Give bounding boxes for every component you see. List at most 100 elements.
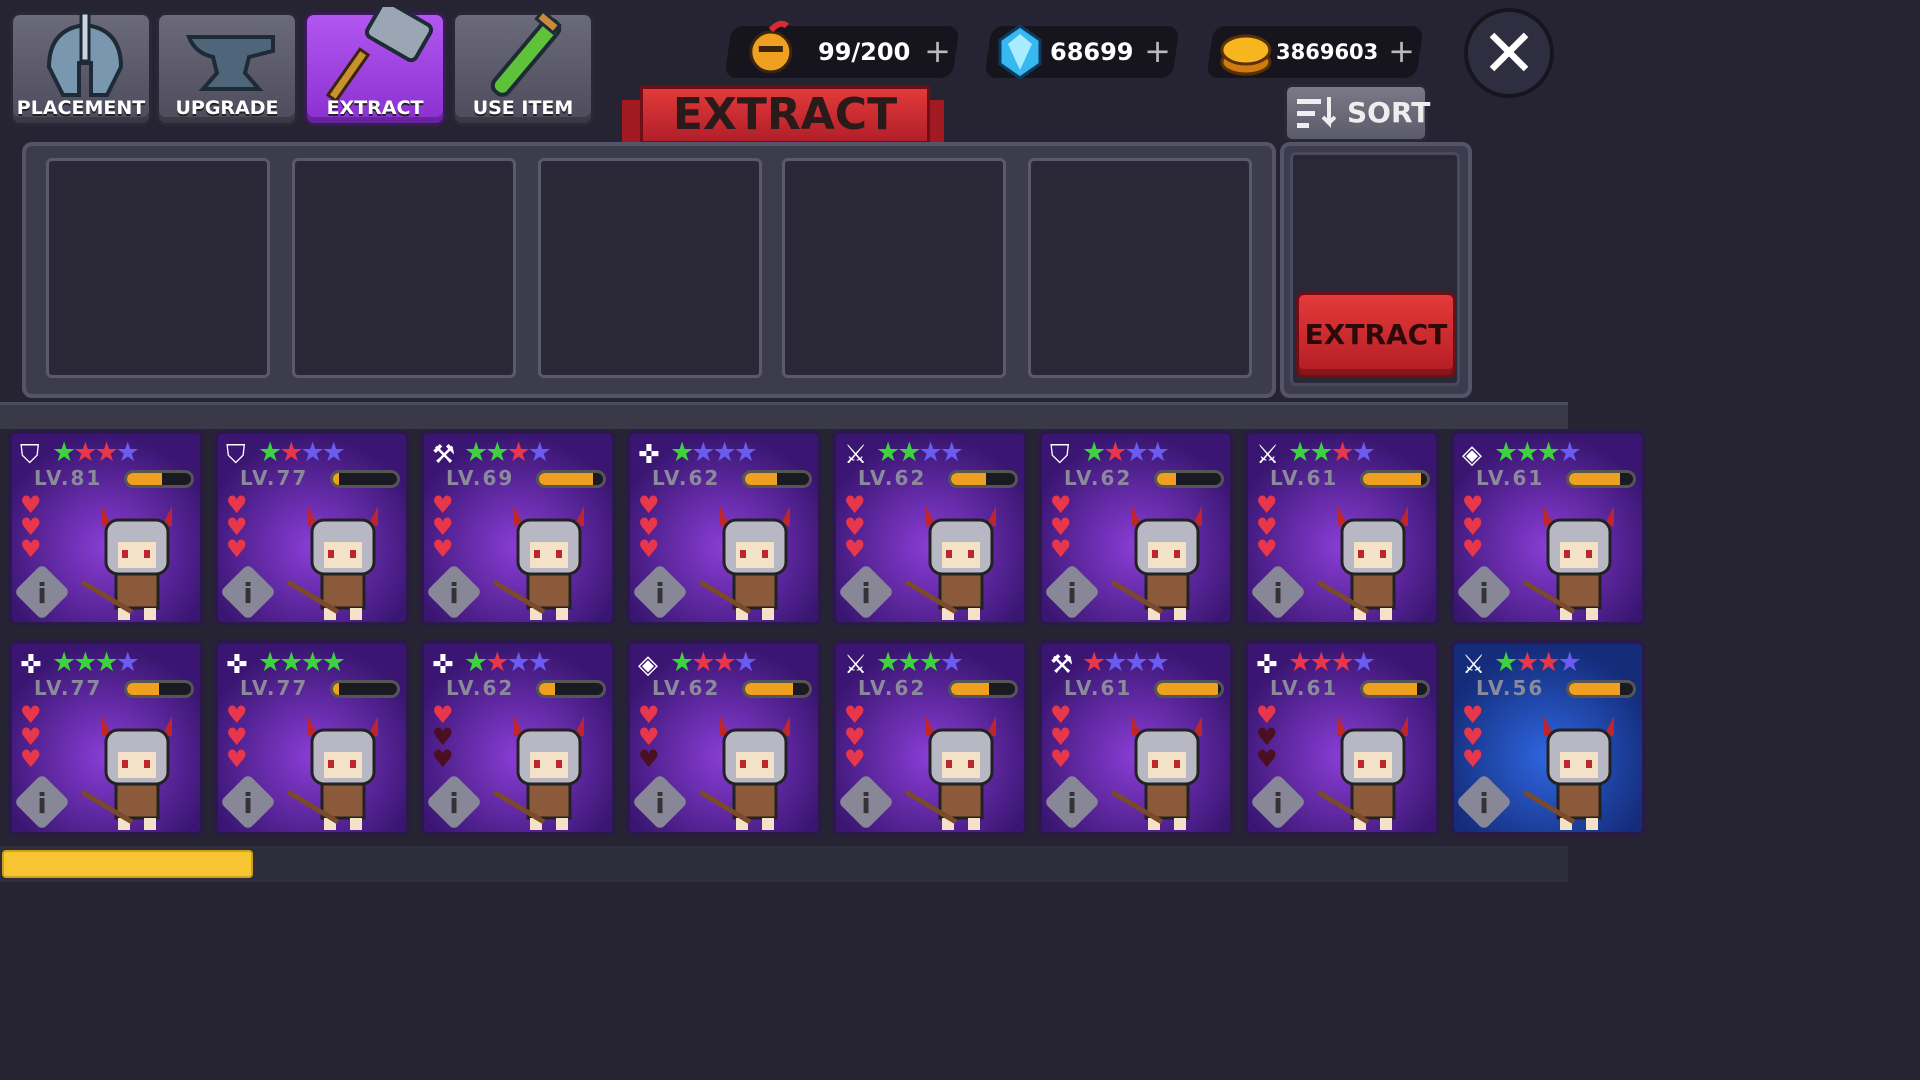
star-icon: ★ (506, 437, 530, 468)
star-icon: ★ (1351, 437, 1376, 468)
star-icon: ★ (527, 647, 552, 678)
tab-use-item[interactable]: USE ITEM (452, 8, 594, 126)
hero-card[interactable]: ⚒ ★★★★ LV.61 ♥ ♥ ♥ i (1038, 640, 1234, 836)
hero-stars: ★★★★ (1288, 648, 1376, 678)
hero-exp-bar (948, 680, 1018, 698)
hero-stars: ★★★★ (1494, 647, 1582, 678)
hero-sprite (82, 716, 172, 830)
info-glyph: i (1479, 577, 1489, 610)
hero-hearts: ♥ ♥ ♥ (638, 493, 668, 561)
hero-level: LV.77 (34, 676, 103, 700)
star-icon: ★ (1309, 437, 1333, 468)
add-gold-button[interactable]: + (1388, 32, 1415, 70)
hero-card[interactable]: ⚒ ★★★★ LV.69 ♥ ♥ ♥ i (420, 430, 616, 626)
close-button[interactable]: ✕ (1464, 8, 1554, 98)
tab-extract[interactable]: EXTRACT (304, 7, 446, 126)
tab-upgrade[interactable]: UPGRADE (156, 12, 298, 126)
star-icon: ★ (485, 437, 509, 468)
hero-sprite (906, 506, 996, 620)
extract-button[interactable]: EXTRACT (1296, 292, 1456, 378)
hero-level: LV.61 (1064, 676, 1133, 700)
hero-count-value: 99/200 (818, 38, 911, 66)
heart-icon: ♥ (432, 745, 454, 773)
heart-icon: ♥ (1050, 745, 1072, 773)
hero-sprite (82, 506, 172, 620)
extract-slot[interactable] (292, 158, 516, 378)
hero-exp-bar (1566, 470, 1636, 488)
hero-sprite (1318, 506, 1408, 620)
hero-hearts: ♥ ♥ ♥ (226, 493, 256, 563)
hero-sprite (700, 506, 790, 620)
info-glyph: i (861, 577, 871, 610)
star-icon: ★ (321, 647, 346, 678)
tab-extract-label: EXTRACT (326, 97, 424, 119)
tab-placement[interactable]: PLACEMENT (10, 11, 152, 126)
gold-value: 3869603 (1276, 40, 1379, 64)
hero-sprite (494, 716, 584, 830)
star-icon: ★ (52, 647, 76, 678)
info-glyph: i (1273, 787, 1283, 820)
star-icon: ★ (300, 437, 324, 468)
star-icon: ★ (73, 647, 97, 678)
hero-card[interactable]: ✜ ★★★★ LV.61 ♥ ♥ ♥ i (1244, 640, 1440, 836)
hero-level: LV.62 (652, 466, 721, 490)
extract-slot[interactable] (782, 158, 1006, 378)
extract-slot[interactable] (46, 158, 270, 378)
heart-icon: ♥ (226, 535, 248, 563)
hero-count-display: 99/200 + (724, 20, 960, 78)
add-hero-slots-button[interactable]: + (924, 32, 951, 70)
hero-stars: ★★★★ (876, 437, 964, 468)
hero-card[interactable]: ◈ ★★★★ LV.62 ♥ ♥ ♥ i (626, 640, 822, 836)
hero-stars: ★★★★ (876, 648, 964, 678)
hero-exp-bar (1360, 680, 1430, 698)
star-icon: ★ (1494, 647, 1518, 678)
sort-label: SORT (1347, 96, 1431, 129)
scroll-progress-bar[interactable] (2, 850, 253, 878)
add-gems-button[interactable]: + (1144, 32, 1171, 70)
hero-level: LV.62 (1064, 466, 1133, 490)
star-icon: ★ (1515, 437, 1539, 468)
star-icon: ★ (733, 647, 758, 678)
hero-card[interactable]: ✜ ★★★★ LV.77 ♥ ♥ ♥ i (8, 640, 204, 836)
hero-card[interactable]: ◈ ★★★★ LV.61 ♥ ♥ ♥ i (1450, 430, 1646, 626)
tab-use-item-label: USE ITEM (472, 97, 574, 119)
star-icon: ★ (527, 437, 552, 468)
hero-sprite (906, 716, 996, 830)
info-glyph: i (655, 787, 665, 820)
extract-slot[interactable] (538, 158, 762, 378)
star-icon: ★ (876, 437, 900, 468)
heart-icon: ♥ (844, 745, 866, 773)
hero-level: LV.61 (1270, 466, 1339, 490)
star-icon: ★ (1288, 437, 1312, 468)
star-icon: ★ (464, 437, 488, 468)
hero-card[interactable]: ✜ ★★★★ LV.62 ♥ ♥ ♥ i (626, 430, 822, 626)
hero-stars: ★★★★ (258, 647, 346, 678)
hero-card[interactable]: ⛉ ★★★★ LV.77 ♥ ♥ ♥ i (214, 430, 410, 626)
hero-card[interactable]: ⚔ ★★★★ LV.61 ♥ ♥ ♥ i (1244, 430, 1440, 626)
star-icon: ★ (94, 647, 118, 678)
knight-helmet-icon (749, 20, 793, 74)
hero-card[interactable]: ⚔ ★★★★ LV.62 ♥ ♥ ♥ i (832, 430, 1028, 626)
hero-card[interactable]: ✜ ★★★★ LV.77 ♥ ♥ ♥ i (214, 640, 410, 836)
info-glyph: i (37, 787, 47, 820)
hero-card[interactable]: ⛉ ★★★★ LV.62 ♥ ♥ ♥ i (1038, 430, 1234, 626)
hero-card[interactable]: ⚔ ★★★★ LV.62 ♥ ♥ ♥ i (832, 640, 1028, 836)
sort-button[interactable]: SORT (1284, 84, 1431, 142)
star-icon: ★ (1145, 437, 1170, 468)
info-glyph: i (655, 577, 665, 610)
star-icon: ★ (1103, 437, 1127, 468)
star-icon: ★ (485, 647, 509, 678)
hero-level: LV.69 (446, 466, 515, 490)
extract-slot[interactable] (1028, 158, 1252, 378)
hero-card[interactable]: ⚔ ★★★★ LV.56 ♥ ♥ ♥ i (1450, 640, 1646, 836)
hero-card[interactable]: ✜ ★★★★ LV.62 ♥ ♥ ♥ i (420, 640, 616, 836)
hero-card[interactable]: ⛉ ★★★★ LV.81 ♥ ♥ ♥ i (8, 430, 204, 626)
heart-icon: ♥ (844, 535, 866, 563)
hero-hearts: ♥ ♥ ♥ (432, 493, 462, 561)
hero-exp-bar (330, 680, 400, 698)
hero-exp-bar (1360, 470, 1430, 488)
star-icon: ★ (321, 437, 346, 468)
hero-level: LV.81 (34, 466, 103, 490)
star-icon: ★ (1536, 437, 1560, 468)
star-icon: ★ (1494, 437, 1518, 468)
